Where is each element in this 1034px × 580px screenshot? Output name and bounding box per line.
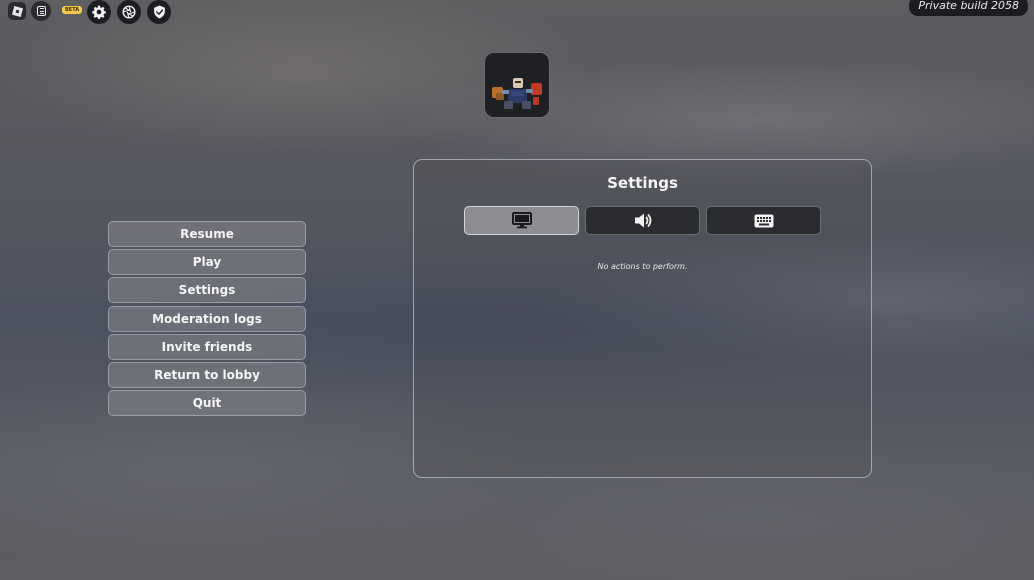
return-to-lobby-button[interactable]: Return to lobby — [108, 361, 306, 388]
empty-state-message: No actions to perform. — [597, 262, 688, 271]
moderation-logs-button[interactable]: Moderation logs — [108, 305, 306, 332]
speaker-icon — [634, 213, 651, 228]
avatar-image — [492, 78, 542, 109]
beta-badge: BETA — [62, 6, 83, 14]
roblox-logo-icon — [11, 5, 23, 17]
pause-menu: Resume Play Settings Moderation logs Inv… — [108, 221, 306, 418]
tab-audio[interactable] — [585, 206, 700, 235]
aperture-icon — [122, 5, 136, 19]
monitor-icon — [511, 212, 532, 229]
tab-controls[interactable] — [706, 206, 821, 235]
play-button[interactable]: Play — [108, 249, 306, 276]
roblox-menu-button[interactable] — [8, 2, 26, 20]
game-screen: BETA Private build 2058 Resume Play Sett… — [0, 0, 1034, 580]
build-label: Private build 2058 — [909, 0, 1028, 16]
resume-button[interactable]: Resume — [108, 221, 306, 247]
quit-button[interactable]: Quit — [108, 390, 306, 417]
gear-icon — [92, 5, 106, 19]
capture-button[interactable] — [117, 0, 141, 24]
chat-icon — [36, 6, 46, 16]
keyboard-icon — [754, 214, 773, 227]
settings-title: Settings — [607, 174, 678, 192]
settings-panel: Settings No actions to perform. — [413, 159, 872, 478]
safety-button[interactable] — [147, 0, 171, 24]
shield-check-icon — [153, 5, 165, 19]
settings-button[interactable]: Settings — [108, 277, 306, 304]
chat-button[interactable] — [31, 1, 51, 21]
tab-display[interactable] — [464, 206, 579, 235]
invite-friends-button[interactable]: Invite friends — [108, 333, 306, 360]
settings-gear-button[interactable] — [87, 0, 111, 24]
avatar — [484, 52, 550, 118]
